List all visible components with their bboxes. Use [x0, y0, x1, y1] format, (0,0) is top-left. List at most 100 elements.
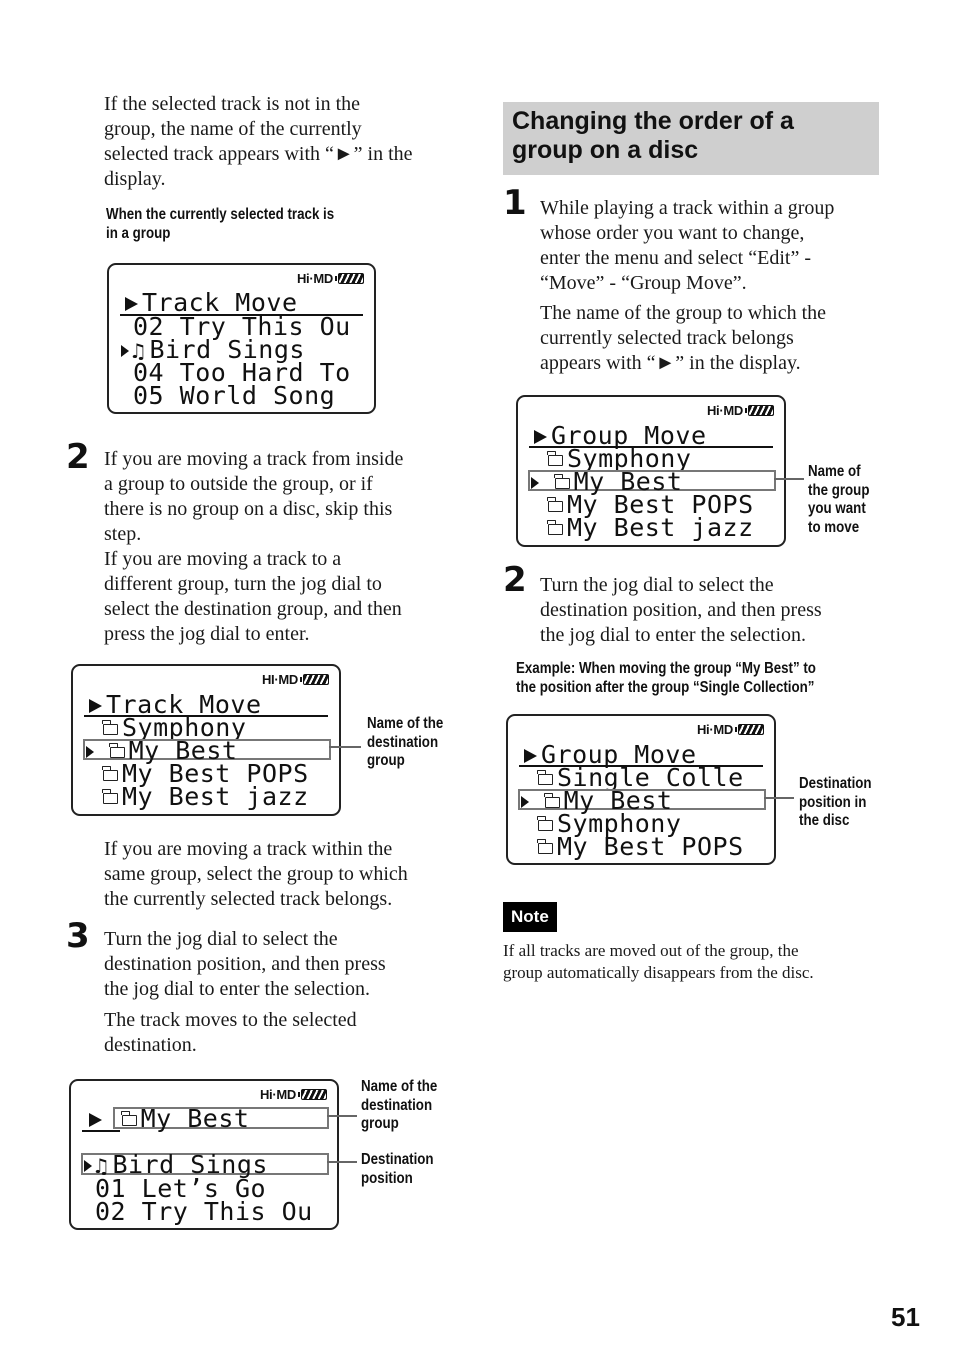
callout-line: destination — [361, 1096, 433, 1114]
folder-icon — [108, 742, 125, 758]
callout-line: to move — [808, 518, 860, 536]
folder-icon — [547, 519, 563, 535]
callout-leader-line — [327, 1115, 357, 1117]
display-row: My Best jazz — [102, 784, 339, 809]
row-text: My Best POPS — [557, 832, 744, 861]
step-number-1: 1 — [503, 183, 527, 223]
selection-marker-icon — [521, 796, 529, 808]
hi-md-logo: HI·MD — [261, 672, 298, 687]
callout-line: the group — [808, 481, 870, 499]
display-row: My Best POPS — [537, 832, 774, 861]
display-row-selected: ♫Bird Sings — [84, 1152, 337, 1177]
text-line: destination position, and then press — [104, 953, 386, 975]
callout-destination-position-disc: Destination position in the disc — [799, 775, 872, 831]
step-number-3: 3 — [66, 916, 90, 956]
page-number: 51 — [891, 1302, 920, 1332]
play-marker-icon — [89, 1113, 102, 1127]
folder-icon — [102, 765, 118, 781]
text-line: “Move” - “Group Move”. — [540, 272, 747, 294]
lcd-display-group-move-2: Hi·MD Group Move Single Colle My Best Sy… — [506, 714, 776, 865]
selection-marker-icon — [531, 477, 539, 489]
step-number-2: 2 — [66, 437, 90, 477]
same-group-paragraph: If you are moving a track within the sam… — [104, 837, 454, 912]
battery-icon — [735, 724, 764, 735]
callout-line: position — [361, 1169, 413, 1187]
play-marker-icon — [89, 699, 102, 713]
note-text: If all tracks are moved out of the group… — [503, 940, 883, 984]
text-line: the currently selected track belongs. — [104, 888, 393, 910]
text-line: While playing a track within a group — [540, 197, 835, 219]
callout-line: Name of the — [361, 1078, 438, 1095]
step-number-2-right: 2 — [503, 560, 527, 600]
lcd-display-track-move-2: HI·MD Track Move Symphony My Best My Bes… — [71, 664, 341, 816]
callout-leader-line — [764, 797, 794, 799]
callout-line: group — [367, 752, 405, 769]
battery-icon — [298, 1089, 327, 1100]
heading-line: group on a disc — [512, 136, 699, 164]
play-marker-icon — [534, 430, 547, 444]
hi-md-logo: Hi·MD — [296, 271, 333, 286]
section-heading-box: Changing the order of a group on a disc — [503, 102, 879, 175]
step-2-right-paragraph: Turn the jog dial to select the destinat… — [540, 573, 890, 648]
callout-line: group — [361, 1115, 399, 1132]
folder-icon — [537, 838, 553, 854]
text-line: If all tracks are moved out of the group… — [503, 941, 799, 960]
text-line: destination. — [104, 1034, 197, 1056]
row-text: My Best jazz — [567, 513, 754, 542]
selection-marker-icon — [121, 345, 129, 357]
step-3-result: The track moves to the selected destinat… — [104, 1008, 454, 1058]
text-line: appears with “►” in the display. — [540, 352, 801, 374]
text-line: the jog dial to enter the selection. — [540, 624, 807, 646]
folder-icon — [102, 788, 118, 804]
display-title: My Best — [89, 1106, 337, 1131]
callout-line: position in — [799, 793, 867, 811]
text-line: The track moves to the selected — [104, 1009, 357, 1031]
note-badge: Note — [503, 902, 557, 932]
battery-icon — [335, 273, 364, 284]
text-line: select the destination group, and then — [104, 598, 402, 620]
callout-line: Destination — [799, 775, 872, 792]
callout-line: Name of the — [367, 715, 444, 732]
callout-destination-position: Destination position — [361, 1151, 434, 1188]
text-line: If the selected track is not in the — [104, 93, 361, 115]
callout-destination-group: Name of the destination group — [361, 1078, 437, 1134]
lcd-display-destination: Hi·MD My Best ♫Bird Sings 01 Let’s Go 02… — [69, 1079, 339, 1230]
text-line: same group, select the group to which — [104, 863, 408, 885]
selection-marker-icon — [86, 746, 94, 758]
step-3-paragraph: Turn the jog dial to select the destinat… — [104, 927, 454, 1002]
status-bar: HI·MD — [262, 672, 329, 687]
text-line: group automatically disappears from the … — [503, 963, 814, 982]
status-bar: Hi·MD — [297, 271, 364, 286]
step-1-paragraph-2: The name of the group to which the curre… — [540, 301, 890, 376]
text-line: currently selected track belongs — [540, 327, 794, 349]
text-line: display. — [104, 168, 166, 190]
text-line: group, the name of the currently — [104, 118, 362, 140]
heading-line: Changing the order of a — [512, 107, 794, 135]
text-line: there is no group on a disc, skip this — [104, 498, 393, 520]
caption-line: the position after the group “Single Col… — [516, 678, 815, 696]
status-bar: Hi·MD — [260, 1087, 327, 1102]
text-line: step. — [104, 523, 142, 545]
text-line: different group, turn the jog dial to — [104, 573, 382, 595]
play-marker-icon — [524, 749, 537, 763]
hi-md-logo: Hi·MD — [706, 403, 743, 418]
intro-paragraph: If the selected track is not in the grou… — [104, 92, 454, 192]
status-bar: Hi·MD — [697, 722, 764, 737]
caption-selected-in-group: When the currently selected track is in … — [106, 206, 334, 243]
section-heading: Changing the order of a group on a disc — [512, 107, 870, 165]
folder-icon — [120, 1110, 137, 1126]
folder-icon — [537, 815, 553, 831]
text-line: Turn the jog dial to select the — [104, 928, 338, 950]
status-bar: Hi·MD — [707, 403, 774, 418]
display-row: 02 Try This Ou — [95, 1197, 313, 1226]
caption-line: When the currently selected track is — [106, 206, 335, 223]
text-line: whose order you want to change, — [540, 222, 805, 244]
folder-icon — [543, 792, 560, 808]
text-line: Turn the jog dial to select the — [540, 574, 774, 596]
hi-md-logo: Hi·MD — [259, 1087, 296, 1102]
callout-leader-line — [327, 1161, 357, 1163]
folder-icon — [102, 719, 118, 735]
hi-md-logo: Hi·MD — [696, 722, 733, 737]
text-line: a group to outside the group, or if — [104, 473, 373, 495]
text-line: selected track appears with “►” in the — [104, 143, 413, 165]
